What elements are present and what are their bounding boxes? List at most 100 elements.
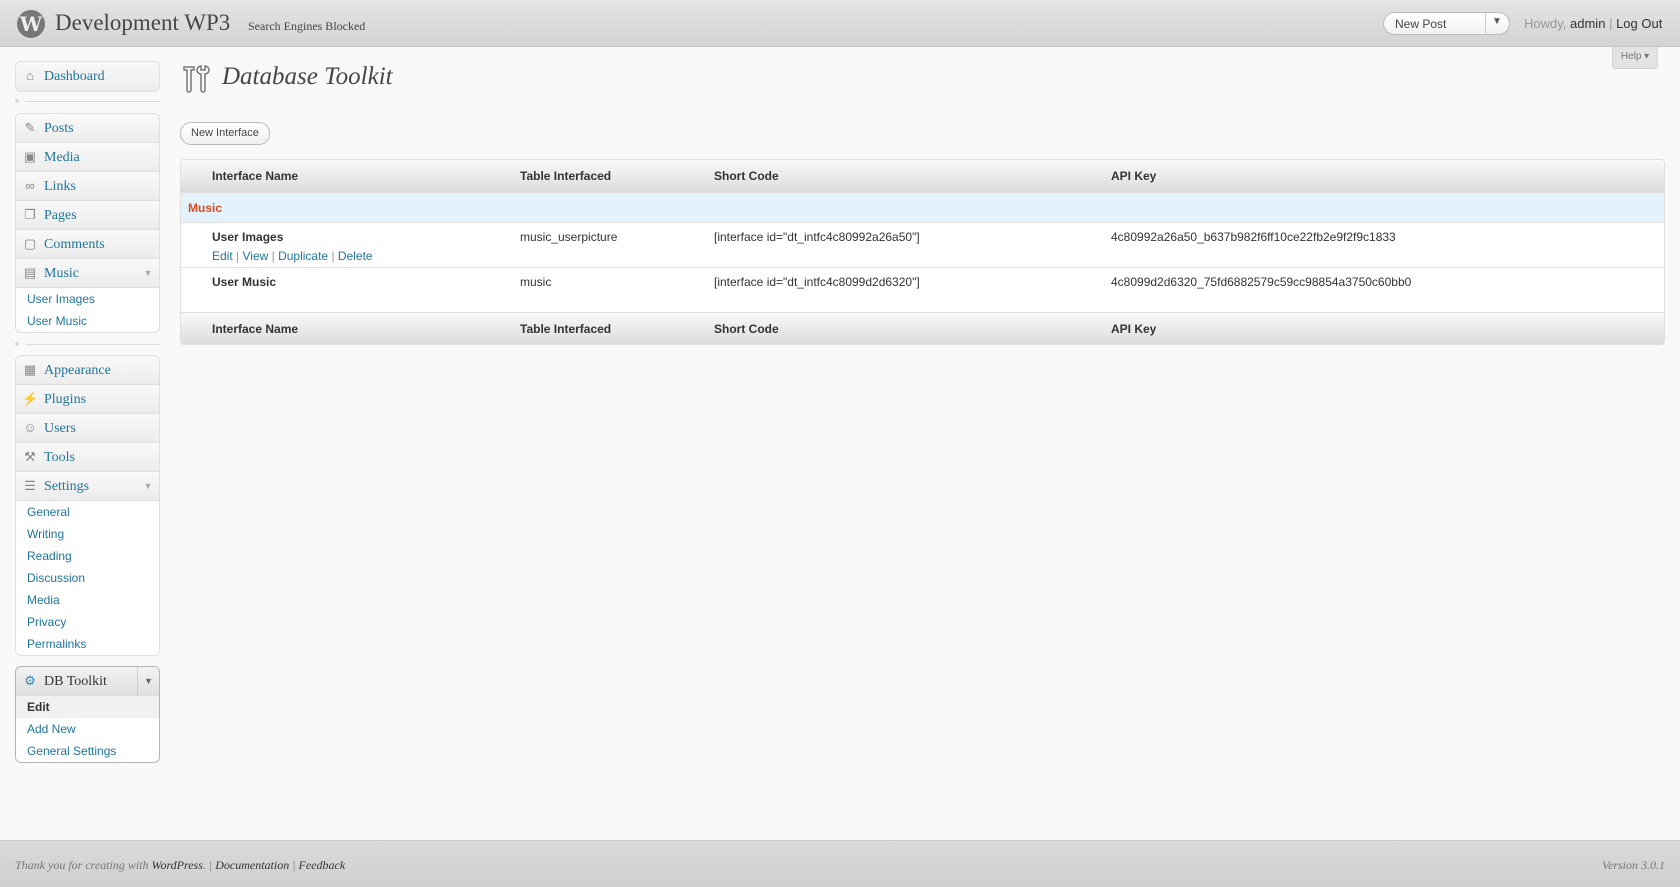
sidebar-item-posts[interactable]: ✎ Posts	[16, 114, 159, 143]
admin-header: W Development WP3 Search Engines Blocked…	[0, 0, 1680, 47]
column-footer-interface-name[interactable]: Interface Name	[212, 322, 298, 336]
sidebar-item-db-toolkit[interactable]: ⚙ DB Toolkit ▼	[16, 667, 159, 696]
view-link[interactable]: View	[242, 249, 268, 263]
site-visibility-notice: Search Engines Blocked	[248, 19, 366, 33]
table-header: Interface Name Table Interfaced Short Co…	[181, 160, 1664, 192]
interface-name[interactable]: User Music	[212, 275, 276, 289]
page-title: Database Toolkit	[222, 63, 393, 90]
tools-icon: ⚒	[24, 449, 36, 464]
menu-group-admin: ▦ Appearance ⚡ Plugins ☺ Users ⚒ Tools ☰…	[15, 355, 160, 656]
footer-thanks: Thank you for creating with	[15, 858, 149, 872]
submenu-item-media[interactable]: Media	[16, 589, 159, 611]
user-profile-link[interactable]: admin	[1570, 16, 1605, 31]
column-footer-table-interfaced[interactable]: Table Interfaced	[520, 322, 611, 336]
media-icon: ▣	[23, 149, 37, 164]
chain-link-icon: ∞	[25, 178, 35, 193]
user-info: Howdy, admin | Log Out	[1524, 16, 1662, 31]
column-header-short-code[interactable]: Short Code	[714, 169, 779, 183]
logout-link[interactable]: Log Out	[1616, 16, 1662, 31]
sidebar-item-tools[interactable]: ⚒ Tools	[16, 443, 159, 472]
chevron-down-icon[interactable]: ▼	[1492, 16, 1502, 27]
table-row: User Music music [interface id="dt_intfc…	[181, 267, 1664, 312]
settings-sliders-icon: ☰	[24, 478, 36, 493]
dropdown-divider	[1485, 13, 1486, 34]
sidebar-item-settings[interactable]: ☰ Settings ▼	[16, 472, 159, 501]
chevron-down-icon[interactable]: ▼	[137, 259, 159, 287]
menu-separator	[26, 344, 160, 345]
delete-link[interactable]: Delete	[338, 249, 373, 263]
sidebar-item-label: DB Toolkit	[44, 674, 107, 689]
documentation-link[interactable]: Documentation	[215, 858, 289, 872]
column-footer-short-code[interactable]: Short Code	[714, 322, 779, 336]
submenu-item-general-settings[interactable]: General Settings	[16, 740, 159, 762]
column-header-interface-name[interactable]: Interface Name	[212, 169, 298, 183]
edit-link[interactable]: Edit	[212, 249, 233, 263]
sidebar-item-dashboard[interactable]: ⌂ Dashboard	[16, 62, 159, 91]
appearance-icon: ▦	[23, 362, 37, 377]
interfaces-table: Interface Name Table Interfaced Short Co…	[180, 159, 1665, 345]
sidebar-item-comments[interactable]: ▢ Comments	[16, 230, 159, 259]
wordpress-logo-icon[interactable]: W	[15, 8, 47, 40]
site-title[interactable]: Development WP3	[55, 10, 230, 36]
help-tab[interactable]: Help ▾	[1612, 47, 1658, 69]
sidebar-item-plugins[interactable]: ⚡ Plugins	[16, 385, 159, 414]
sidebar-item-label: Plugins	[44, 392, 87, 407]
sidebar-item-label: Posts	[44, 121, 74, 136]
collapse-arrow-icon[interactable]: «	[15, 97, 23, 105]
users-icon: ☺	[23, 420, 37, 435]
menu-group-db-toolkit: ⚙ DB Toolkit ▼ Edit Add New General Sett…	[15, 666, 160, 763]
submenu-item-reading[interactable]: Reading	[16, 545, 159, 567]
submenu-item-writing[interactable]: Writing	[16, 523, 159, 545]
sidebar-item-appearance[interactable]: ▦ Appearance	[16, 356, 159, 385]
duplicate-link[interactable]: Duplicate	[278, 249, 328, 263]
submenu-music: User Images User Music	[16, 288, 159, 332]
column-footer-api-key[interactable]: API Key	[1111, 322, 1156, 336]
interface-name[interactable]: User Images	[212, 230, 283, 244]
table-icon: ▤	[23, 265, 37, 280]
submenu-item-privacy[interactable]: Privacy	[16, 611, 159, 633]
submenu-item-user-music[interactable]: User Music	[16, 310, 159, 332]
submenu-item-discussion[interactable]: Discussion	[16, 567, 159, 589]
pages-icon: ❐	[24, 207, 36, 222]
column-header-api-key[interactable]: API Key	[1111, 169, 1156, 183]
gear-icon: ⚙	[24, 673, 36, 688]
submenu-item-edit[interactable]: Edit	[16, 696, 159, 718]
chevron-down-icon[interactable]: ▼	[137, 472, 159, 500]
table-interfaced: music	[520, 275, 552, 289]
sidebar-item-label: Media	[44, 150, 80, 165]
table-row: User Images music_userpicture [interface…	[181, 222, 1664, 267]
table-interfaced: music_userpicture	[520, 230, 618, 244]
sidebar-item-label: Appearance	[44, 363, 111, 378]
sidebar-item-users[interactable]: ☺ Users	[16, 414, 159, 443]
collapse-arrow-icon[interactable]: «	[15, 340, 23, 348]
new-post-link[interactable]: New Post	[1395, 17, 1446, 31]
submenu-item-add-new[interactable]: Add New	[16, 718, 159, 740]
submenu-db-toolkit: Edit Add New General Settings	[16, 696, 159, 762]
sidebar-item-label: Pages	[44, 208, 77, 223]
submenu-item-general[interactable]: General	[16, 501, 159, 523]
chevron-down-icon[interactable]: ▼	[137, 667, 159, 695]
wordpress-link[interactable]: WordPress	[152, 858, 203, 872]
submenu-item-permalinks[interactable]: Permalinks	[16, 633, 159, 655]
table-footer: Interface Name Table Interfaced Short Co…	[181, 312, 1664, 344]
user-info-separator: |	[1609, 16, 1613, 31]
howdy-text: Howdy,	[1524, 16, 1567, 31]
group-label: Music	[188, 201, 223, 215]
plug-icon: ⚡	[22, 391, 39, 406]
tools-icon	[183, 65, 210, 93]
column-header-table-interfaced[interactable]: Table Interfaced	[520, 169, 611, 183]
sidebar-item-media[interactable]: ▣ Media	[16, 143, 159, 172]
menu-group-dashboard: ⌂ Dashboard	[15, 61, 160, 92]
menu-group-content: ✎ Posts ▣ Media ∞ Links ❐ Pages ▢ Commen…	[15, 113, 160, 333]
submenu-item-user-images[interactable]: User Images	[16, 288, 159, 310]
favorite-actions-dropdown[interactable]: New Post ▼	[1383, 12, 1510, 35]
admin-footer: Thank you for creating with WordPress. |…	[0, 840, 1680, 887]
sidebar-item-label: Tools	[44, 450, 75, 465]
sidebar-item-music[interactable]: ▤ Music ▼	[16, 259, 159, 288]
feedback-link[interactable]: Feedback	[299, 858, 346, 872]
sidebar-item-pages[interactable]: ❐ Pages	[16, 201, 159, 230]
new-interface-button[interactable]: New Interface	[180, 122, 270, 145]
api-key: 4c80992a26a50_b637b982f6ff10ce22fb2e9f2f…	[1111, 230, 1396, 244]
sidebar-item-links[interactable]: ∞ Links	[16, 172, 159, 201]
footer-version: Version 3.0.1	[1602, 858, 1665, 872]
